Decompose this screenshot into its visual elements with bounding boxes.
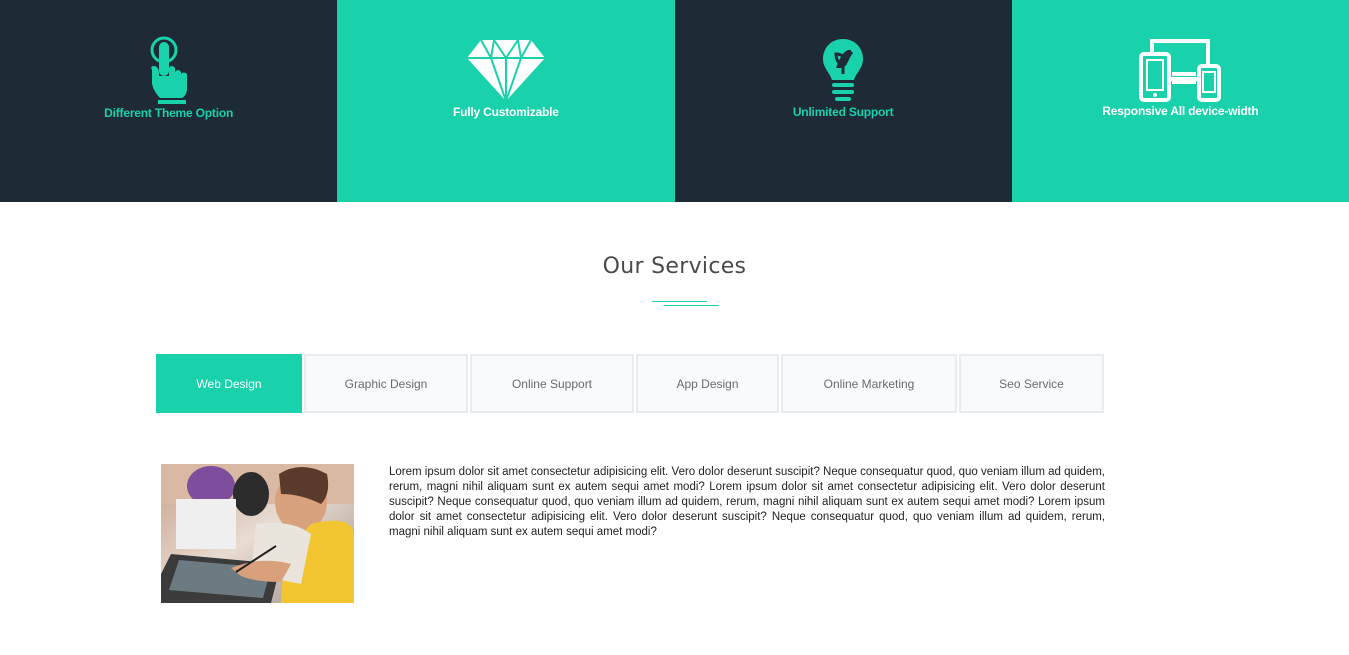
section-title: Our Services xyxy=(602,254,747,279)
responsive-devices-icon xyxy=(1139,38,1222,107)
title-divider xyxy=(652,301,707,302)
feature-label: Responsive All device-width xyxy=(1102,104,1259,118)
tab-web-design[interactable]: Web Design xyxy=(156,354,302,413)
lightbulb-icon xyxy=(822,38,864,107)
title-divider xyxy=(664,305,719,306)
feature-responsive: Responsive All device-width xyxy=(1011,0,1349,202)
feature-label: Fully Customizable xyxy=(453,105,559,119)
tab-online-marketing[interactable]: Online Marketing xyxy=(781,354,957,413)
pointing-hand-icon xyxy=(148,36,190,109)
tab-online-support[interactable]: Online Support xyxy=(470,354,634,413)
feature-label: Unlimited Support xyxy=(792,105,894,119)
feature-theme-option: Different Theme Option xyxy=(0,0,338,202)
diamond-icon xyxy=(465,38,547,107)
tab-app-design[interactable]: App Design xyxy=(636,354,779,413)
feature-support: Unlimited Support xyxy=(674,0,1012,202)
service-description: Lorem ipsum dolor sit amet consectetur a… xyxy=(389,466,1105,538)
tab-seo-service[interactable]: Seo Service xyxy=(959,354,1104,413)
feature-customizable: Fully Customizable xyxy=(337,0,675,202)
service-photo xyxy=(161,464,354,603)
features-strip: Different Theme Option Fully Customizabl… xyxy=(0,0,1349,202)
feature-label: Different Theme Option xyxy=(104,106,234,120)
tab-graphic-design[interactable]: Graphic Design xyxy=(304,354,468,413)
service-tabs: Web Design Graphic Design Online Support… xyxy=(156,354,1104,413)
